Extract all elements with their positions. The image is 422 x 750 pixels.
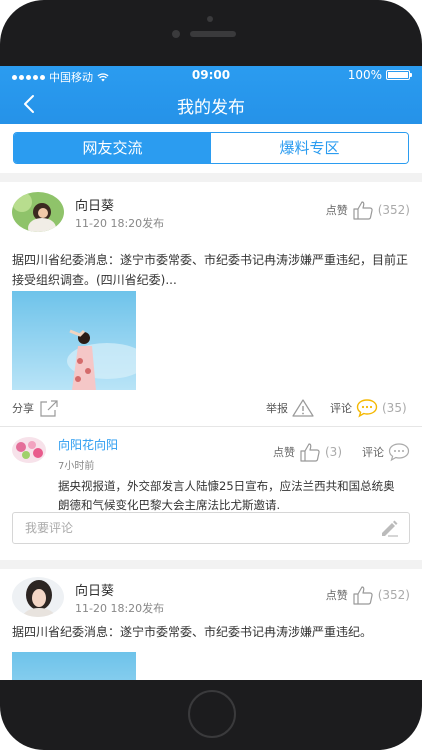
avatar[interactable] <box>12 192 64 232</box>
comment-content: 据央视报道，外交部发言人陆慷25日宣布，应法兰西共和国总统奥朗德和气候变化巴黎大… <box>58 479 395 512</box>
post-card: 向日葵 11-20 18:20发布 点赞 (352) 据四川省纪委消息：遂宁市委… <box>0 569 422 680</box>
status-bar: 中国移动 09:00 100% <box>0 66 422 86</box>
battery-percent: 100% <box>347 68 382 82</box>
post-image[interactable] <box>12 652 136 680</box>
comment-time: 7小时前 <box>58 461 95 472</box>
top-bar: 中国移动 09:00 100% 我的发布 <box>0 66 422 124</box>
post-photo <box>12 652 136 680</box>
post-time: 11-20 18:20发布 <box>75 217 165 230</box>
nav-bar: 我的发布 <box>0 86 422 124</box>
tab-netizen-exchange[interactable]: 网友交流 <box>14 133 211 163</box>
home-button[interactable] <box>188 690 236 738</box>
chat-bubble-icon <box>356 399 378 418</box>
comment-count: (35) <box>382 401 407 415</box>
avatar-photo <box>12 577 64 617</box>
tab-breaking-news[interactable]: 爆料专区 <box>211 133 408 163</box>
battery-icon <box>386 70 412 80</box>
pencil-icon <box>382 520 398 537</box>
comment-button[interactable]: 评论 (35) <box>330 398 407 418</box>
section-gap <box>0 560 422 569</box>
comment-input[interactable] <box>13 513 343 543</box>
post-author[interactable]: 向日葵 <box>75 580 114 599</box>
earpiece-speaker <box>190 31 236 37</box>
warning-icon <box>292 399 314 417</box>
post-author[interactable]: 向日葵 <box>75 195 114 214</box>
thumbs-up-icon <box>300 443 320 462</box>
front-camera <box>207 16 213 22</box>
avatar[interactable] <box>12 577 64 617</box>
post-content: 据四川省纪委消息：遂宁市委常委、市纪委书记冉涛涉嫌严重违纪。 <box>12 625 373 639</box>
like-button[interactable]: 点赞 (352) <box>326 200 410 220</box>
commenter-photo <box>12 437 46 463</box>
like-label: 点赞 <box>325 204 348 217</box>
section-gap <box>0 173 422 182</box>
like-count: (352) <box>377 203 410 217</box>
thumbs-up-icon <box>353 201 373 220</box>
like-count: (352) <box>377 588 410 602</box>
status-right: 100% <box>347 68 412 82</box>
chat-bubble-icon <box>388 443 410 462</box>
comment-like-button[interactable]: 点赞 (3) <box>273 442 342 462</box>
app-screen: 中国移动 09:00 100% 我的发布 网友交流 爆料专区 向日葵 11-20… <box>0 66 422 680</box>
post-time: 11-20 18:20发布 <box>75 602 165 615</box>
like-button[interactable]: 点赞 (352) <box>326 585 410 605</box>
comment-label: 评论 <box>330 402 352 415</box>
report-label: 举报 <box>266 402 288 415</box>
phone-frame: 中国移动 09:00 100% 我的发布 网友交流 爆料专区 向日葵 11-20… <box>0 0 422 750</box>
share-button[interactable]: 分享 <box>12 398 60 418</box>
proximity-sensor <box>172 30 180 38</box>
commenter-avatar[interactable] <box>12 437 46 463</box>
avatar-photo <box>12 192 64 232</box>
report-button[interactable]: 举报 <box>266 398 314 418</box>
post-content: 据四川省纪委消息：遂宁市委常委、市纪委书记冉涛涉嫌严重违纪，目前正接受组织调查。… <box>12 253 409 287</box>
post-photo <box>12 291 136 390</box>
reply-button[interactable]: 评论 <box>362 442 410 462</box>
commenter-name[interactable]: 向阳花向阳 <box>58 436 118 453</box>
comment-like-label: 点赞 <box>273 446 295 459</box>
comment-input-box[interactable] <box>12 512 410 544</box>
thumbs-up-icon <box>353 586 373 605</box>
post-card: 向日葵 11-20 18:20发布 点赞 (352) 据四川省纪委消息：遂宁市委… <box>0 182 422 554</box>
like-label: 点赞 <box>325 589 348 602</box>
segmented-tabs: 网友交流 爆料专区 <box>13 132 409 164</box>
page-title: 我的发布 <box>177 98 245 118</box>
share-icon <box>40 400 58 417</box>
share-label: 分享 <box>12 402 34 415</box>
comment-like-count: (3) <box>325 445 342 459</box>
post-image[interactable] <box>12 291 136 390</box>
reply-label: 评论 <box>362 446 384 459</box>
